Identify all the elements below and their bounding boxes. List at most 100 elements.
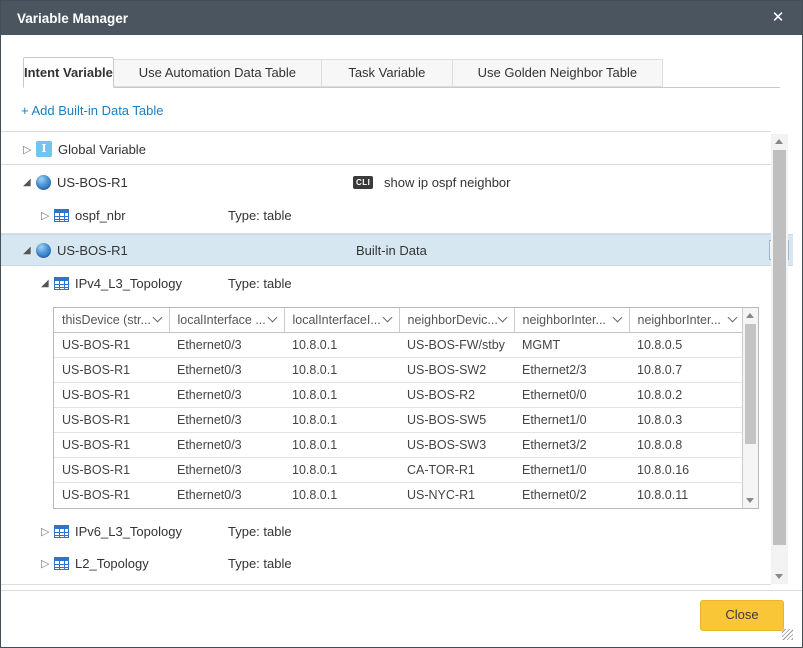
table-row[interactable]: US-BOS-R1Ethernet0/310.8.0.1US-BOS-R2Eth… bbox=[54, 382, 744, 407]
table-cell: Ethernet0/0 bbox=[514, 382, 629, 407]
table-cell: US-NYC-R1 bbox=[399, 482, 514, 507]
tab-task-variable[interactable]: Task Variable bbox=[322, 59, 453, 87]
chevron-down-icon[interactable] bbox=[152, 313, 162, 323]
table-cell: Ethernet3/2 bbox=[514, 432, 629, 457]
tab-use-automation-data-table[interactable]: Use Automation Data Table bbox=[114, 59, 322, 87]
tree-item-ospf-nbr[interactable]: ▷ ospf_nbr Type: table bbox=[1, 199, 803, 232]
column-header-label: localInterfaceI... bbox=[293, 313, 381, 327]
tree-item-global-variable[interactable]: ▷ I Global Variable bbox=[1, 134, 793, 164]
table-cell: Ethernet2/3 bbox=[514, 357, 629, 382]
footer: Close bbox=[1, 590, 802, 647]
column-header-neighborinterfaceip[interactable]: neighborInter... bbox=[629, 308, 744, 332]
column-header-label: neighborDevic... bbox=[408, 313, 498, 327]
column-header-neighborinterface[interactable]: neighborInter... bbox=[514, 308, 629, 332]
tree-item-label: IPv4_L3_Topology bbox=[75, 276, 182, 291]
table-row[interactable]: US-BOS-R1Ethernet0/310.8.0.1US-BOS-SW2Et… bbox=[54, 357, 744, 382]
variable-type: Type: table bbox=[228, 524, 292, 539]
resize-handle-icon[interactable] bbox=[782, 629, 793, 640]
column-header-thisdevice[interactable]: thisDevice (str... bbox=[54, 308, 169, 332]
table-cell: Ethernet0/2 bbox=[514, 482, 629, 507]
variable-type: Type: table bbox=[228, 276, 292, 291]
chevron-down-icon[interactable] bbox=[382, 313, 392, 323]
content-scrollbar[interactable] bbox=[771, 134, 788, 584]
table-cell: 10.8.0.1 bbox=[284, 482, 399, 507]
tab-bar: Intent Variable Use Automation Data Tabl… bbox=[23, 56, 780, 88]
table-cell: 10.8.0.1 bbox=[284, 357, 399, 382]
chevron-down-icon[interactable] bbox=[612, 313, 622, 323]
table-cell: MGMT bbox=[514, 332, 629, 357]
caret-expanded-icon[interactable]: ◢ bbox=[41, 278, 54, 289]
caret-collapsed-icon[interactable]: ▷ bbox=[41, 209, 54, 222]
column-header-neighbordevice[interactable]: neighborDevic... bbox=[399, 308, 514, 332]
table-cell: US-BOS-SW5 bbox=[399, 407, 514, 432]
tree-item-ipv6-l3-topology[interactable]: ▷ IPv6_L3_Topology Type: table bbox=[1, 515, 803, 547]
table-cell: Ethernet0/3 bbox=[169, 357, 284, 382]
tree-item-device-us-bos-r1[interactable]: ◢ US-BOS-R1 CLI show ip ospf neighbor bbox=[1, 165, 793, 199]
device-icon bbox=[36, 175, 51, 190]
table-row[interactable]: US-BOS-R1Ethernet0/310.8.0.1US-BOS-FW/st… bbox=[54, 332, 744, 357]
table-cell: Ethernet1/0 bbox=[514, 407, 629, 432]
column-header-localinterface[interactable]: localInterface ... bbox=[169, 308, 284, 332]
table-cell: 10.8.0.7 bbox=[629, 357, 744, 382]
table-icon bbox=[54, 557, 69, 570]
close-button[interactable]: Close bbox=[700, 600, 784, 631]
tree-item-label: ospf_nbr bbox=[75, 208, 126, 223]
add-built-in-data-table-link[interactable]: + Add Built-in Data Table bbox=[21, 103, 164, 118]
table-cell: US-BOS-R1 bbox=[54, 382, 169, 407]
builtin-data-table: thisDevice (str... localInterface ... lo… bbox=[53, 307, 759, 509]
tree-item-ipv4-l3-topology[interactable]: ◢ IPv4_L3_Topology Type: table bbox=[1, 265, 803, 301]
table-icon bbox=[54, 277, 69, 290]
tab-intent-variable[interactable]: Intent Variable bbox=[23, 57, 114, 88]
tree-item-label: IPv6_L3_Topology bbox=[75, 524, 182, 539]
table-cell: US-BOS-R1 bbox=[54, 482, 169, 507]
table-icon bbox=[54, 209, 69, 222]
table-cell: Ethernet0/3 bbox=[169, 382, 284, 407]
chevron-down-icon[interactable] bbox=[727, 313, 737, 323]
table-cell: 10.8.0.16 bbox=[629, 457, 744, 482]
titlebar: Variable Manager ✕ bbox=[1, 1, 802, 35]
table-cell: Ethernet0/3 bbox=[169, 457, 284, 482]
table-row[interactable]: US-BOS-R1Ethernet0/310.8.0.1CA-TOR-R1Eth… bbox=[54, 457, 744, 482]
scroll-down-icon[interactable] bbox=[746, 498, 754, 503]
tree-item-label: Global Variable bbox=[58, 142, 146, 157]
close-icon[interactable]: ✕ bbox=[768, 8, 788, 28]
column-header-localinterfaceip[interactable]: localInterfaceI... bbox=[284, 308, 399, 332]
table-row[interactable]: US-BOS-R1Ethernet0/310.8.0.1US-NYC-R1Eth… bbox=[54, 482, 744, 507]
table-cell: US-BOS-SW3 bbox=[399, 432, 514, 457]
caret-collapsed-icon[interactable]: ▷ bbox=[23, 143, 36, 156]
caret-expanded-icon[interactable]: ◢ bbox=[23, 177, 36, 188]
divider bbox=[1, 584, 771, 585]
tab-use-golden-neighbor-table[interactable]: Use Golden Neighbor Table bbox=[453, 59, 663, 87]
scrollbar-thumb[interactable] bbox=[773, 150, 786, 545]
column-header-label: thisDevice (str... bbox=[62, 313, 151, 327]
divider bbox=[1, 131, 771, 132]
scrollbar-thumb[interactable] bbox=[745, 324, 756, 444]
variable-type: Type: table bbox=[228, 208, 292, 223]
caret-collapsed-icon[interactable]: ▷ bbox=[41, 525, 54, 538]
column-header-label: localInterface ... bbox=[178, 313, 266, 327]
table-cell: 10.8.0.3 bbox=[629, 407, 744, 432]
table-cell: US-BOS-R2 bbox=[399, 382, 514, 407]
table-scrollbar[interactable] bbox=[742, 308, 758, 508]
cli-badge-icon: CLI bbox=[353, 176, 373, 189]
scroll-up-icon[interactable] bbox=[775, 139, 783, 144]
table-row[interactable]: US-BOS-R1Ethernet0/310.8.0.1US-BOS-SW3Et… bbox=[54, 432, 744, 457]
chevron-down-icon[interactable] bbox=[497, 313, 507, 323]
column-header-label: neighborInter... bbox=[523, 313, 606, 327]
chevron-down-icon[interactable] bbox=[267, 313, 277, 323]
table-row[interactable]: US-BOS-R1Ethernet0/310.8.0.1US-BOS-SW5Et… bbox=[54, 407, 744, 432]
caret-expanded-icon[interactable]: ◢ bbox=[23, 245, 36, 256]
table-cell: 10.8.0.1 bbox=[284, 382, 399, 407]
dialog-title: Variable Manager bbox=[1, 11, 128, 26]
device-icon bbox=[36, 243, 51, 258]
table-cell: US-BOS-SW2 bbox=[399, 357, 514, 382]
table-cell: 10.8.0.1 bbox=[284, 407, 399, 432]
caret-collapsed-icon[interactable]: ▷ bbox=[41, 557, 54, 570]
scroll-down-icon[interactable] bbox=[775, 574, 783, 579]
tree-item-device-us-bos-r1-builtin[interactable]: ◢ US-BOS-R1 Built-in Data bbox=[1, 234, 793, 266]
scroll-up-icon[interactable] bbox=[746, 313, 754, 318]
table-cell: 10.8.0.8 bbox=[629, 432, 744, 457]
tree-item-l2-topology[interactable]: ▷ L2_Topology Type: table bbox=[1, 547, 803, 579]
variable-manager-dialog: Variable Manager ✕ Intent Variable Use A… bbox=[0, 0, 803, 648]
tree-item-label: L2_Topology bbox=[75, 556, 149, 571]
